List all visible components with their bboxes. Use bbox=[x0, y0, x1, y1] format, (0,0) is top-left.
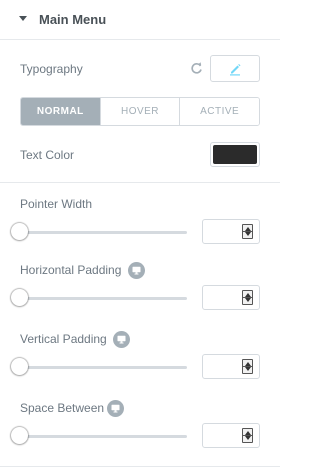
text-color-picker[interactable] bbox=[210, 142, 260, 167]
section-header[interactable]: Main Menu bbox=[0, 0, 280, 40]
spinner-down-icon[interactable] bbox=[245, 232, 251, 236]
slider-handle[interactable] bbox=[11, 358, 28, 375]
slider-track[interactable] bbox=[20, 297, 187, 300]
typography-label: Typography bbox=[20, 62, 83, 76]
desktop-responsive-icon[interactable] bbox=[128, 262, 145, 279]
slider-track[interactable] bbox=[20, 366, 187, 369]
color-swatch-fill bbox=[213, 145, 257, 164]
space-between-control: Space Between bbox=[0, 400, 280, 461]
pencil-icon bbox=[230, 63, 241, 75]
typography-edit-button[interactable] bbox=[210, 55, 260, 82]
horizontal-padding-control: Horizontal Padding bbox=[0, 262, 280, 323]
space-between-label: Space Between bbox=[20, 401, 105, 415]
tab-hover[interactable]: HOVER bbox=[100, 98, 181, 125]
space-between-input[interactable] bbox=[202, 423, 260, 448]
pointer-width-label: Pointer Width bbox=[20, 197, 93, 211]
slider-track[interactable] bbox=[20, 435, 187, 438]
caret-down-icon bbox=[19, 16, 27, 21]
horizontal-padding-label: Horizontal Padding bbox=[20, 263, 122, 277]
state-tabs: NORMAL HOVER ACTIVE bbox=[20, 97, 260, 126]
settings-panel: Main Menu Typography NORMAL HOVER ACTIVE… bbox=[0, 0, 280, 469]
spinner-down-icon[interactable] bbox=[245, 367, 251, 371]
section-title: Main Menu bbox=[39, 12, 107, 27]
vertical-padding-control: Vertical Padding bbox=[0, 331, 280, 392]
pointer-width-control: Pointer Width bbox=[0, 197, 280, 257]
desktop-responsive-icon[interactable] bbox=[107, 400, 124, 417]
slider-track[interactable] bbox=[20, 231, 187, 234]
vertical-padding-input[interactable] bbox=[202, 354, 260, 379]
tab-normal[interactable]: NORMAL bbox=[21, 98, 101, 125]
number-spinner[interactable] bbox=[242, 290, 253, 305]
number-spinner[interactable] bbox=[242, 224, 253, 239]
vertical-padding-label: Vertical Padding bbox=[20, 332, 107, 346]
slider-handle[interactable] bbox=[11, 223, 28, 240]
reset-icon[interactable] bbox=[190, 62, 203, 75]
text-color-label: Text Color bbox=[20, 148, 75, 162]
spinner-down-icon[interactable] bbox=[245, 298, 251, 302]
spinner-down-icon[interactable] bbox=[245, 436, 251, 440]
pointer-width-input[interactable] bbox=[202, 219, 260, 244]
divider bbox=[0, 182, 280, 183]
horizontal-padding-input[interactable] bbox=[202, 285, 260, 310]
slider-handle[interactable] bbox=[11, 427, 28, 444]
divider bbox=[0, 466, 280, 467]
desktop-responsive-icon[interactable] bbox=[113, 331, 130, 348]
slider-handle[interactable] bbox=[11, 289, 28, 306]
number-spinner[interactable] bbox=[242, 359, 253, 374]
number-spinner[interactable] bbox=[242, 428, 253, 443]
tab-active[interactable]: ACTIVE bbox=[180, 98, 259, 125]
